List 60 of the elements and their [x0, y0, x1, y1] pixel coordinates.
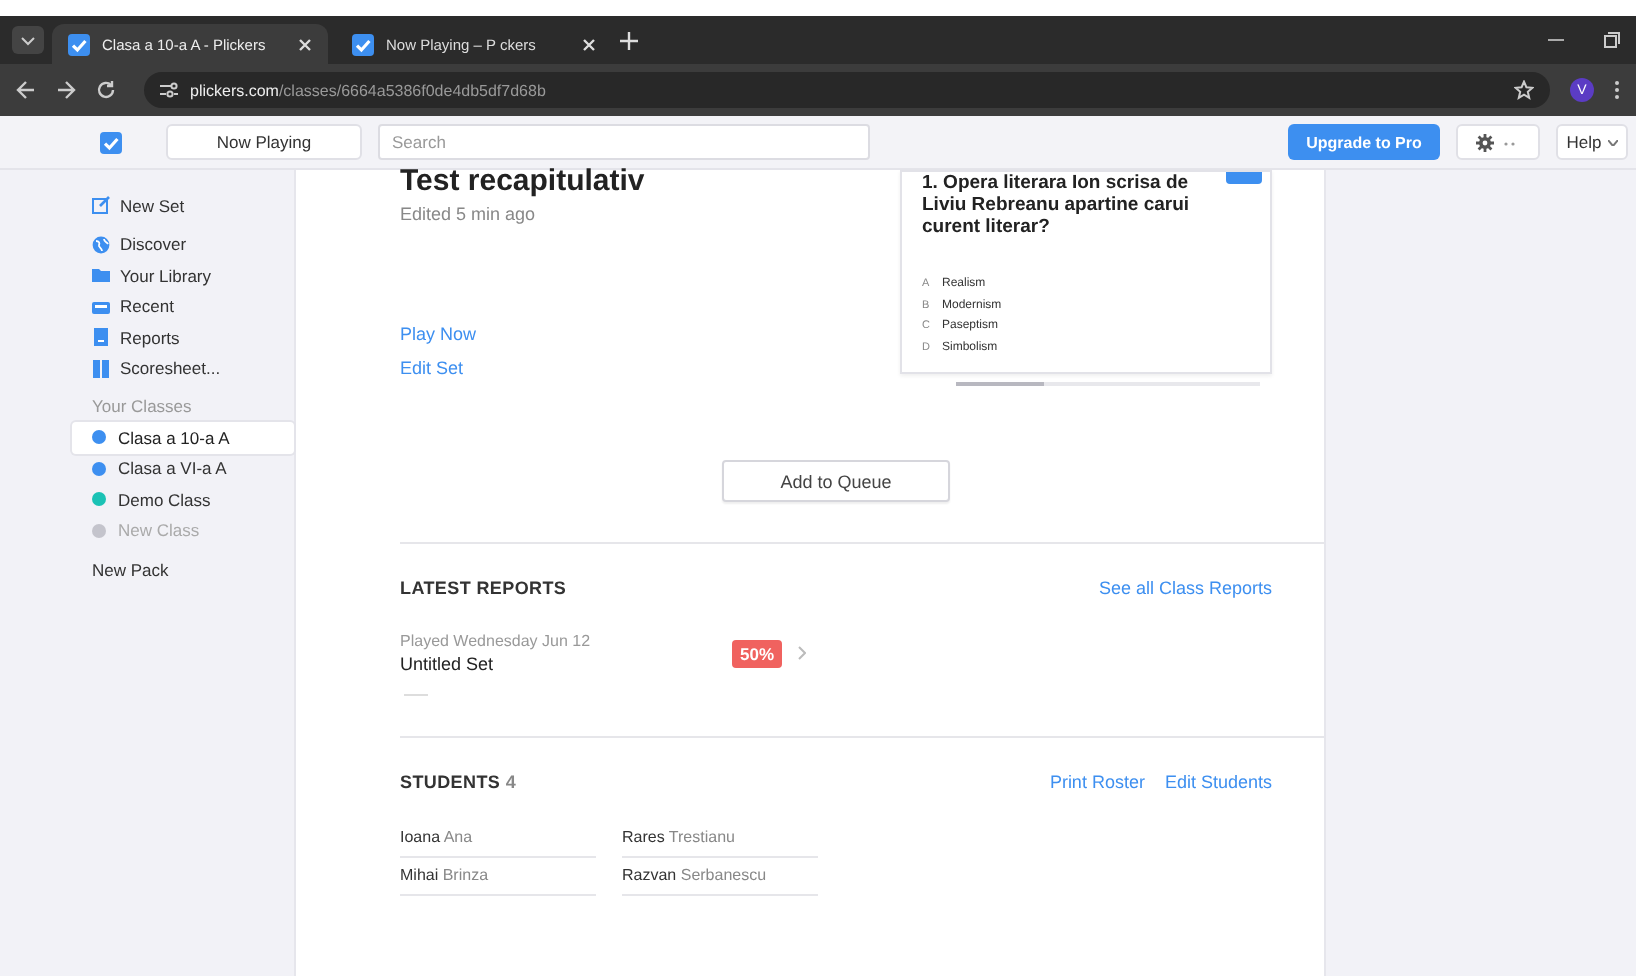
url-text: plickers.com/classes/6664a5386f0de4db5df7d68b	[190, 81, 546, 99]
sidebar-item[interactable]: Discover	[80, 229, 294, 260]
close-icon[interactable]	[582, 37, 596, 51]
site-settings-icon	[160, 82, 178, 98]
sidebar-item[interactable]: Recent	[80, 291, 294, 322]
report-row[interactable]: Played Wednesday Jun 12 Untitled Set 50%	[400, 632, 1272, 674]
sidebar-item[interactable]: New Pack	[92, 560, 294, 580]
question-text: 1. Opera literara Ion scrisa de Liviu Rebreanu apartine carui curent literar?	[922, 172, 1192, 238]
student-name[interactable]: Rares Trestianu	[622, 820, 818, 858]
section-label: Your Classes	[92, 396, 194, 416]
sidebar-item[interactable]: New Set	[80, 190, 294, 221]
tab-list-icon[interactable]	[12, 26, 44, 54]
set-title: Test recapitulativ	[400, 164, 647, 198]
caret-icon	[1607, 139, 1618, 145]
reload-icon[interactable]	[96, 80, 116, 100]
score-badge: 50%	[732, 639, 783, 667]
section-heading: STUDENTS 4	[400, 772, 517, 792]
favicon-icon	[68, 33, 90, 55]
section-heading: LATEST REPORTS	[400, 578, 567, 598]
address-bar[interactable]: plickers.com/classes/6664a5386f0de4db5df7d68b	[144, 72, 1550, 108]
logo-icon	[100, 131, 122, 153]
columns-icon	[92, 359, 110, 378]
student-name[interactable]: Mihai Brinza	[400, 858, 596, 896]
restore-icon[interactable]	[1604, 32, 1620, 48]
globe-icon	[92, 235, 110, 254]
back-icon[interactable]	[16, 80, 36, 100]
forward-icon[interactable]	[56, 80, 76, 100]
new-tab-icon[interactable]	[620, 31, 638, 49]
document-icon	[92, 328, 110, 347]
status-dot	[92, 461, 106, 476]
more-icon[interactable]	[1614, 80, 1620, 100]
status-dot	[92, 492, 106, 507]
now-playing-button[interactable]: Now Playing	[166, 124, 362, 160]
folder-icon	[92, 266, 110, 285]
sidebar-item[interactable]: Reports	[80, 322, 294, 353]
class-item[interactable]: Demo Class	[72, 484, 294, 515]
status-dot	[92, 523, 106, 538]
status-dot	[92, 430, 106, 445]
favicon-icon	[352, 33, 374, 55]
scroll-bar[interactable]	[956, 382, 1260, 386]
close-icon[interactable]	[298, 37, 312, 51]
student-name[interactable]: Razvan Serbanescu	[622, 858, 818, 896]
search-field[interactable]: Search	[378, 124, 870, 160]
tray-icon	[92, 297, 110, 316]
class-item[interactable]: Clasa a 10-a A	[72, 422, 294, 453]
settings-button[interactable]	[1456, 124, 1540, 160]
class-item[interactable]: Clasa a VI-a A	[72, 453, 294, 484]
slide-badge	[1226, 172, 1262, 184]
sidebar-item[interactable]: Scoresheet...	[80, 353, 294, 384]
report-title: Untitled Set	[400, 654, 496, 674]
help-button[interactable]: Help	[1556, 124, 1628, 160]
chevron-right-icon	[798, 646, 807, 660]
edit-icon	[92, 196, 110, 215]
gear-icon	[1476, 133, 1520, 151]
edited-time: Edited 5 min ago	[400, 204, 538, 224]
star-icon[interactable]	[1514, 80, 1534, 100]
sidebar-item[interactable]: Your Library	[80, 260, 294, 291]
student-name[interactable]: Ioana Ana	[400, 820, 596, 858]
add-to-queue-button[interactable]: Add to Queue	[722, 460, 950, 502]
played-date: Played Wednesday Jun 12	[400, 632, 593, 650]
